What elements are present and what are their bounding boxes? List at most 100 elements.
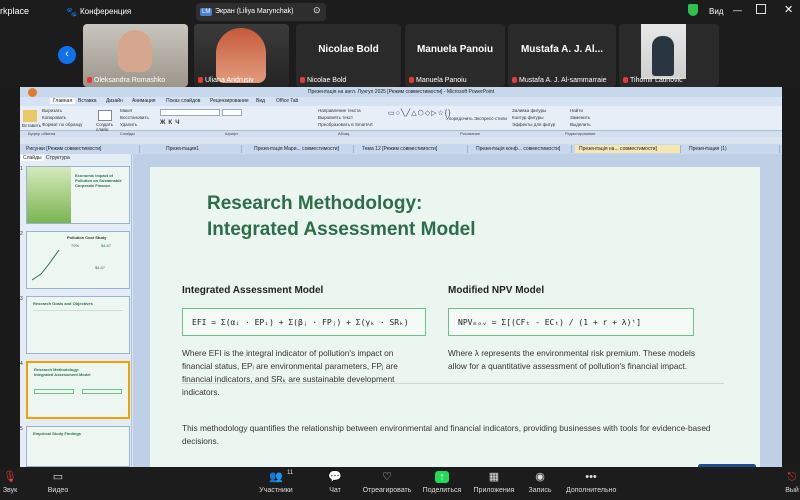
participant-tile[interactable]: Oleksandra Romashko — [83, 24, 188, 87]
tab-design[interactable]: Дизайн — [106, 98, 123, 104]
replace-button[interactable]: Заменить — [570, 115, 590, 120]
thumb-number: 4 — [20, 361, 23, 367]
shape-outline-button[interactable]: Контур фигуры — [512, 115, 543, 120]
slide-thumbnail-selected[interactable]: Research Methodology: Integrated Assessm… — [26, 361, 130, 419]
participant-name: Mustafa A. J. Al-sammarraie — [512, 77, 607, 84]
powerpoint-window: Презентація на англ. Лунгул 2025 [Режим … — [20, 87, 782, 467]
chat-button[interactable]: 💬 Чат — [325, 471, 345, 494]
chevron-left-icon[interactable]: ‹ — [58, 46, 76, 64]
leave-button[interactable]: ⎋ Вый — [784, 471, 800, 494]
mic-off-icon — [409, 77, 414, 84]
delete-button[interactable]: Удалить — [120, 122, 137, 127]
left-heading: Integrated Assessment Model — [182, 285, 324, 296]
tab-review[interactable]: Рецензирование — [210, 98, 249, 104]
mic-off-icon — [198, 77, 203, 84]
doc-tab[interactable]: Презентація Мари... совместимости] — [250, 145, 354, 153]
select-button[interactable]: Выделить — [570, 122, 591, 127]
font-name-select[interactable] — [160, 109, 220, 116]
tab-slideshow[interactable]: Показ слайдов — [166, 98, 200, 104]
doc-tab[interactable]: Презентация1 — [162, 145, 242, 153]
ribbon: Вставить Вырезать Копировать Формат по о… — [20, 106, 782, 132]
thumb-value: $4.67 — [101, 243, 112, 248]
heart-icon: ♡ — [382, 471, 392, 483]
shape-effects-button[interactable]: Эффекты для фигур — [512, 122, 555, 127]
video-button[interactable]: ▭ Видео — [44, 471, 72, 494]
new-slide-icon[interactable] — [98, 110, 112, 121]
thumb-number: 5 — [20, 426, 23, 432]
slide-thumbnail[interactable]: Pollution Cost Study 70% $4.67 $4.67 — [26, 231, 130, 289]
divider — [182, 383, 724, 384]
record-button[interactable]: ◉ Запись — [527, 471, 553, 494]
cut-button[interactable]: Вырезать — [42, 108, 62, 113]
tab-office-tab[interactable]: Office Tab — [276, 98, 298, 104]
shield-icon[interactable] — [688, 4, 698, 16]
minimize-icon[interactable]: — — [733, 5, 742, 15]
slide-thumbnail[interactable]: Empirical Study Findings — [26, 426, 130, 467]
apps-icon: ▦ — [488, 471, 500, 483]
shape-fill-button[interactable]: Заливка фигуры — [512, 108, 546, 113]
slide-title-line-2: Integrated Assessment Model — [207, 219, 476, 240]
slide-thumbnail[interactable]: Economic Impact of Pollution on Sustaina… — [26, 166, 130, 224]
tab-insert[interactable]: Вставка — [78, 98, 97, 104]
window-title: Презентація на англ. Лунгул 2025 [Режим … — [20, 87, 782, 97]
participant-tile[interactable]: Mustafa A. J. Al... Mustafa A. J. Al-sam… — [508, 24, 616, 87]
font-format-buttons[interactable]: ЖКЧ — [160, 120, 182, 126]
layout-button[interactable]: Макет — [120, 108, 133, 113]
arrange-button[interactable]: Упорядочить — [446, 116, 473, 121]
maximize-icon[interactable] — [756, 4, 766, 14]
font-size-select[interactable] — [222, 109, 242, 116]
thumb-title: Research Goals and Objectives — [33, 301, 93, 306]
paste-button[interactable]: Вставить — [22, 123, 41, 128]
share-label: Экран (Liliya Marynchak) — [215, 8, 294, 15]
quick-styles-button[interactable]: Экспресс-стили — [474, 116, 507, 121]
participant-tile[interactable]: Nicolae Bold Nicolae Bold — [296, 24, 401, 87]
slide-thumbnail[interactable]: Research Goals and Objectives — [26, 296, 130, 354]
reset-button[interactable]: Восстановить — [120, 115, 149, 120]
tab-view[interactable]: Вид — [256, 98, 265, 104]
view-label[interactable]: Вид — [709, 7, 723, 16]
doc-tab[interactable]: Презентація конф... совместимости] — [472, 145, 572, 153]
slide-title: Research Methodology: Integrated Assessm… — [207, 191, 627, 243]
screen-share-pill[interactable]: LM Экран (Liliya Marynchak) ⊙ — [196, 3, 326, 21]
format-painter-button[interactable]: Формат по образцу — [42, 122, 82, 127]
doc-tab[interactable]: Презентация (1) — [685, 145, 780, 153]
paw-icon[interactable]: 🐾 — [66, 7, 77, 18]
more-button[interactable]: ••• Дополнительно — [566, 471, 616, 494]
participant-tile[interactable]: Uliana Andrusiv — [194, 24, 289, 87]
apps-label: Приложения — [473, 487, 515, 494]
tab-slides[interactable]: Слайды — [21, 155, 44, 161]
doc-tab[interactable]: Рисунки [Режим совместимости] — [22, 145, 140, 153]
smartart-button[interactable]: Преобразовать в SmartArt — [318, 122, 373, 127]
shapes-gallery[interactable]: ▭○╲╱△⬡◇▷☆{} — [388, 109, 450, 125]
react-button[interactable]: ♡ Отреагировать — [362, 471, 412, 494]
tab-outline[interactable]: Структура — [46, 155, 70, 161]
meeting-toolbar: 🎙 Звук ▭ Видео 👥 Участники 11 💬 Чат ♡ Отреаги… — [0, 467, 800, 500]
copy-button[interactable]: Копировать — [42, 115, 66, 120]
doc-tab[interactable]: Тема 12 [Режим совместимости] — [358, 145, 468, 153]
paste-icon[interactable] — [23, 110, 37, 122]
doc-tab-active[interactable]: Презентація на... совместимости] — [575, 145, 681, 153]
thumb-body — [33, 310, 123, 348]
audio-button[interactable]: 🎙 Звук — [0, 471, 20, 494]
participant-tile[interactable]: Tihomir Latinovic — [619, 24, 719, 87]
audio-label: Звук — [2, 487, 18, 494]
group-slides: Слайды — [120, 131, 135, 136]
share-button[interactable]: ↑ Поделиться — [421, 471, 463, 494]
mic-off-icon — [623, 77, 628, 84]
more-icon[interactable]: ⊙ — [313, 5, 321, 16]
slide: Research Methodology: Integrated Assessm… — [150, 167, 760, 467]
office-button-icon[interactable] — [28, 88, 37, 97]
find-button[interactable]: Найти — [570, 108, 583, 113]
close-icon[interactable]: ✕ — [784, 3, 793, 16]
slides-pane: Слайды Структура 1 Economic Impact of Po… — [20, 154, 132, 467]
apps-button[interactable]: ▦ Приложения — [472, 471, 516, 494]
text-direction-button[interactable]: Направление текста — [318, 108, 361, 113]
tab-animation[interactable]: Анимация — [132, 98, 155, 104]
participant-tile[interactable]: Manuela Panoiu Manuela Panoiu — [405, 24, 505, 87]
align-text-button[interactable]: Выровнять текст — [318, 115, 353, 120]
participants-strip: ‹ Oleksandra Romashko Uliana Andrusiv Ni… — [0, 24, 800, 87]
tab-home[interactable]: Главная — [50, 98, 76, 104]
thumb-value: $4.67 — [95, 265, 106, 270]
meeting-label: Конференция — [80, 7, 132, 16]
record-icon: ◉ — [535, 471, 545, 483]
